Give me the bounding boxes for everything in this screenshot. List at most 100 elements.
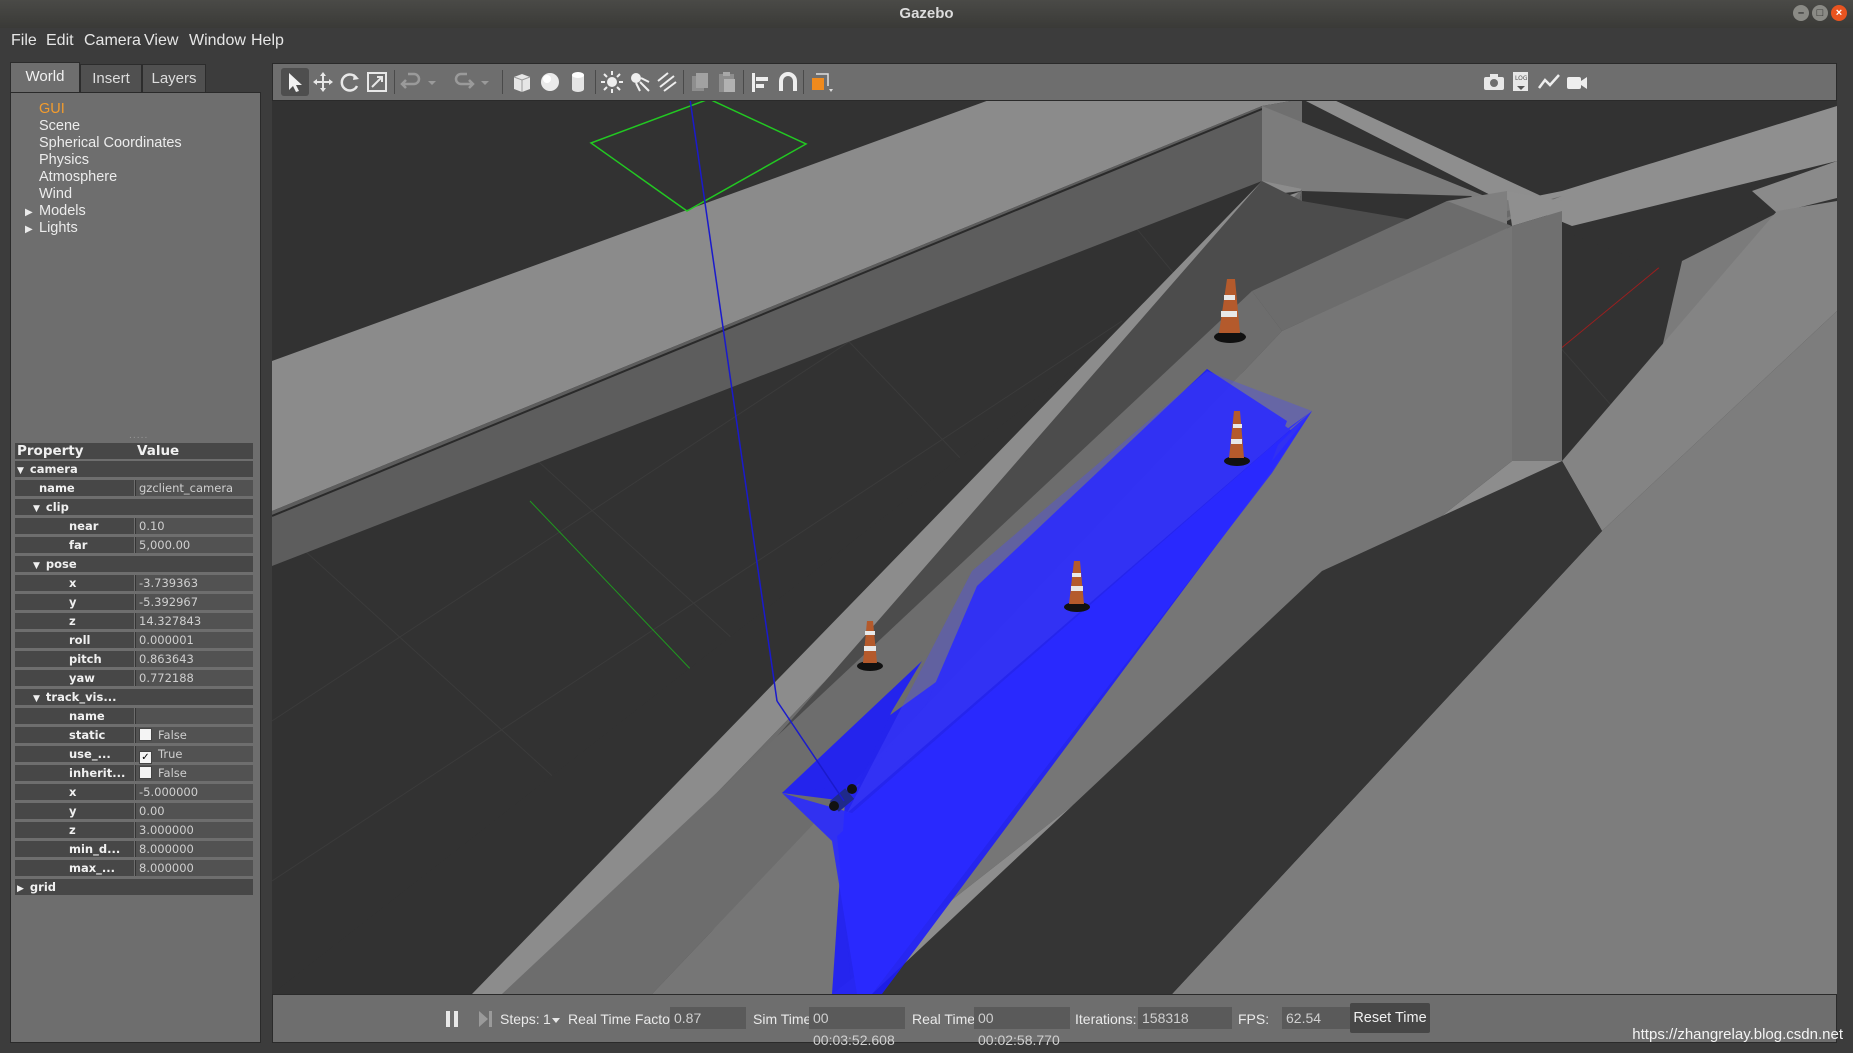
property-row[interactable]: min_d... 8.000000 [15,839,253,858]
pause-icon[interactable] [445,1009,461,1029]
snap-icon[interactable] [775,69,801,95]
sphere-shape-icon[interactable] [537,69,563,95]
tree-item-wind[interactable]: Wind [25,186,182,203]
collapse-arrow-icon[interactable]: ▼ [33,694,40,704]
property-group-row[interactable]: ▼ camera [15,459,253,478]
translate-mode-icon[interactable] [310,69,336,95]
property-row[interactable]: far 5,000.00 [15,535,253,554]
redo-icon[interactable] [451,69,477,95]
undo-icon[interactable] [398,69,424,95]
menu-file[interactable]: File [11,32,37,50]
tree-item-atmosphere[interactable]: Atmosphere [25,169,182,186]
menu-camera[interactable]: Camera [84,32,141,50]
plot-icon[interactable] [1536,69,1562,95]
property-value[interactable]: 8.000000 [135,841,253,857]
property-row[interactable]: use_... ✓ True [15,744,253,764]
property-checkbox[interactable]: False [135,765,253,781]
property-row[interactable]: max_... 8.000000 [15,858,253,877]
property-value[interactable]: 0.000001 [135,632,253,648]
checkbox-unchecked-icon[interactable] [139,766,152,779]
align-icon[interactable] [747,69,773,95]
close-icon[interactable]: × [1831,5,1847,21]
tree-item-spherical-coordinates[interactable]: Spherical Coordinates [25,135,182,152]
property-value[interactable]: 0.10 [135,518,253,534]
rotate-mode-icon[interactable] [337,69,363,95]
property-row[interactable]: yaw 0.772188 [15,668,253,687]
steps-spinbox[interactable]: 1 [543,1011,551,1027]
undo-dropdown-icon[interactable] [425,69,439,95]
property-group-row[interactable]: ▼ track_vis... [15,687,253,706]
property-value[interactable]: 0.772188 [135,670,253,686]
property-value[interactable]: 0.00 [135,803,253,819]
minimize-icon[interactable]: – [1793,5,1809,21]
redo-dropdown-icon[interactable] [478,69,492,95]
paste-icon[interactable] [714,69,740,95]
steps-dropdown-icon[interactable] [551,1017,561,1025]
property-group-row[interactable]: ▼ pose [15,554,253,573]
property-value[interactable]: 5,000.00 [135,537,253,553]
spot-light-icon[interactable] [627,69,653,95]
scene-viewport[interactable] [272,101,1837,994]
property-row[interactable]: x -3.739363 [15,573,253,592]
screenshot-icon[interactable] [1481,69,1507,95]
step-icon[interactable] [478,1009,494,1029]
collapse-arrow-icon[interactable]: ▼ [33,504,40,514]
cylinder-shape-icon[interactable] [565,69,591,95]
property-checkbox[interactable]: False [135,727,253,743]
tab-world[interactable]: World [10,62,80,92]
property-group-row[interactable]: ▶ grid [15,877,253,896]
collapse-arrow-icon[interactable]: ▼ [17,466,24,476]
expand-arrow-icon[interactable]: ▶ [17,884,24,894]
property-value[interactable]: 0.863643 [135,651,253,667]
tab-insert[interactable]: Insert [80,64,142,92]
scale-mode-icon[interactable] [364,69,390,95]
tab-layers[interactable]: Layers [142,64,206,92]
property-row[interactable]: name gzclient_camera [15,478,253,497]
property-row[interactable]: z 3.000000 [15,820,253,839]
menu-view[interactable]: View [144,32,178,50]
select-mode-icon[interactable] [282,69,308,95]
tree-item-gui[interactable]: GUI [25,101,182,118]
property-value[interactable]: -3.739363 [135,575,253,591]
property-value[interactable]: gzclient_camera [135,480,253,496]
tree-item-physics[interactable]: Physics [25,152,182,169]
maximize-icon[interactable]: □ [1812,5,1828,21]
property-row[interactable]: inherit... False [15,763,253,782]
directional-light-icon[interactable] [654,69,680,95]
view-angle-icon[interactable] [807,69,839,95]
copy-icon[interactable] [687,69,713,95]
log-icon[interactable]: LOG [1508,69,1534,95]
property-value[interactable]: 3.000000 [135,822,253,838]
property-row[interactable]: y 0.00 [15,801,253,820]
property-row[interactable]: static False [15,725,253,744]
checkbox-unchecked-icon[interactable] [139,728,152,741]
property-value[interactable]: 14.327843 [135,613,253,629]
property-row[interactable]: pitch 0.863643 [15,649,253,668]
splitter-handle[interactable]: ..... [129,431,147,441]
property-checkbox[interactable]: ✓ True [135,746,253,764]
collapse-arrow-icon[interactable]: ▼ [33,561,40,571]
property-row[interactable]: name [15,706,253,725]
property-row[interactable]: roll 0.000001 [15,630,253,649]
expand-arrow-icon[interactable]: ▶ [25,204,39,221]
box-shape-icon[interactable] [509,69,535,95]
property-row[interactable]: near 0.10 [15,516,253,535]
property-value[interactable]: 8.000000 [135,860,253,876]
property-row[interactable]: z 14.327843 [15,611,253,630]
menu-help[interactable]: Help [251,32,284,50]
expand-arrow-icon[interactable]: ▶ [25,221,39,238]
tree-item-scene[interactable]: Scene [25,118,182,135]
menu-edit[interactable]: Edit [46,32,74,50]
property-value[interactable]: -5.392967 [135,594,253,610]
reset-time-button[interactable]: Reset Time [1350,1003,1430,1033]
menu-window[interactable]: Window [189,32,246,50]
property-value[interactable]: -5.000000 [135,784,253,800]
property-value[interactable] [135,708,253,724]
tree-item-models[interactable]: ▶ Models [25,203,182,220]
property-row[interactable]: x -5.000000 [15,782,253,801]
video-record-icon[interactable] [1564,69,1590,95]
property-group-row[interactable]: ▼ clip [15,497,253,516]
point-light-icon[interactable] [599,69,625,95]
tree-item-lights[interactable]: ▶ Lights [25,220,182,237]
property-row[interactable]: y -5.392967 [15,592,253,611]
